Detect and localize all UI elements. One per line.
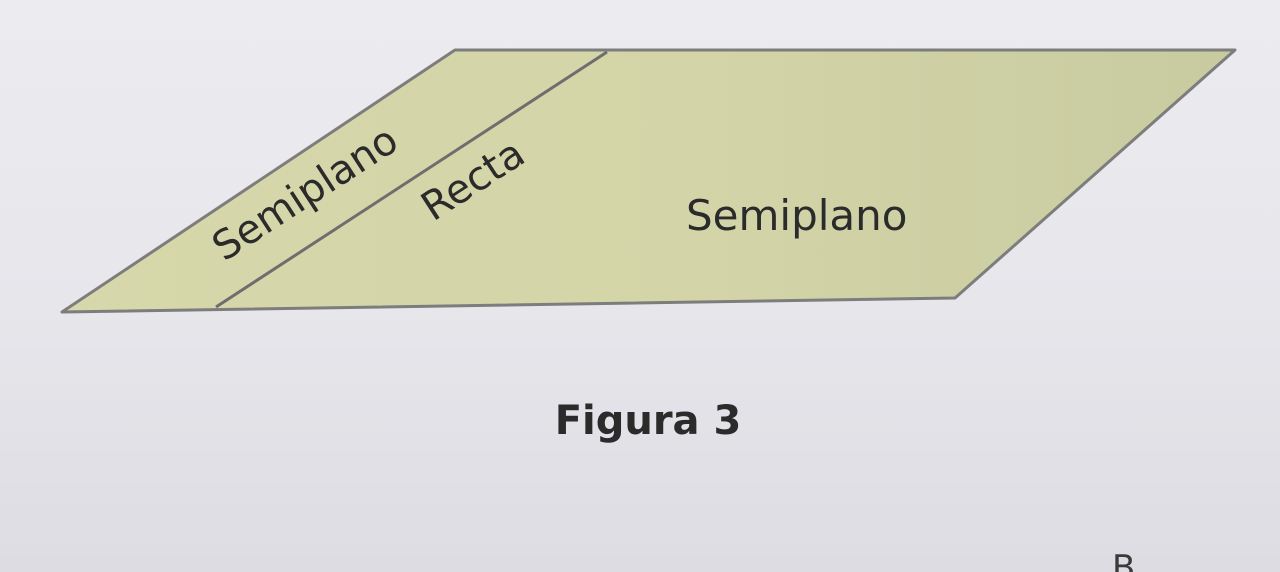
plane-parallelogram (60, 48, 1237, 314)
right-half-plane-label: Semiplano (686, 191, 907, 240)
corner-letter: B (1112, 548, 1136, 572)
page: Semiplano Recta Semiplano Figura 3 B (0, 0, 1280, 572)
plane-diagram: Semiplano Recta Semiplano (60, 48, 1237, 314)
figure-caption: Figura 3 (554, 398, 742, 444)
